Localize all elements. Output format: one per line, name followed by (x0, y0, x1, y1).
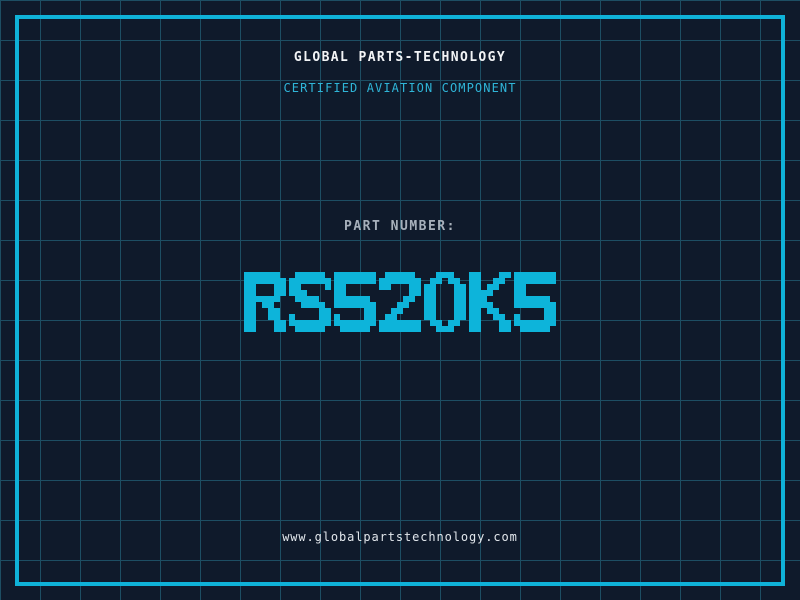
part-number-label: PART NUMBER: (344, 219, 456, 234)
company-name-title: GLOBAL PARTS-TECHNOLOGY (293, 50, 507, 65)
part-number-display (244, 272, 556, 332)
certification-subtitle: CERTIFIED AVIATION COMPONENT (283, 81, 517, 95)
website-url: www.globalpartstechnology.com (282, 530, 518, 544)
